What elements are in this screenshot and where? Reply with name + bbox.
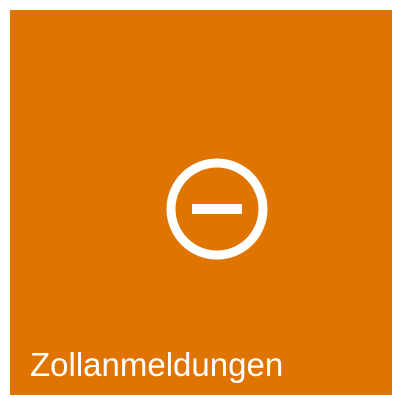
minus-circle-icon (165, 157, 269, 261)
tile-label: Zollanmeldungen (30, 346, 284, 383)
zollanmeldungen-tile[interactable]: Zollanmeldungen (10, 10, 392, 395)
